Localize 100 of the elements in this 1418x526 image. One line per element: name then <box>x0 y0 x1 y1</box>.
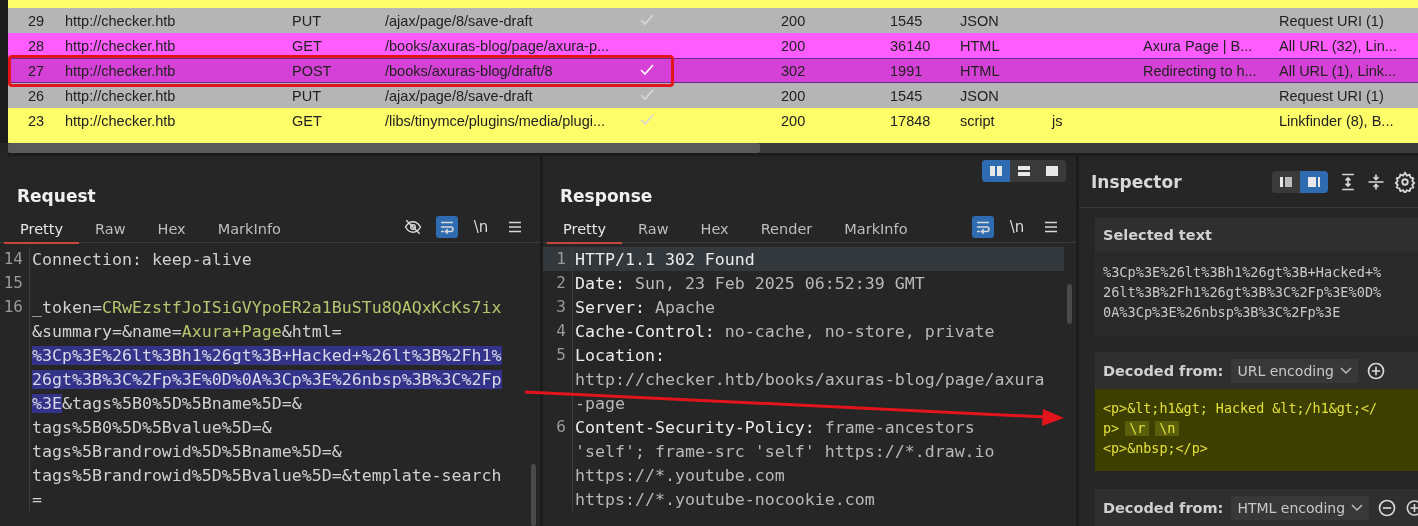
table-row[interactable]: 28 http://checker.htb GET /books/axuras-blog/page/axura-p... 200 36140 HTML Axura Page | B... All URL (32), Lin... <box>8 33 1418 58</box>
editor-tab[interactable]: Render <box>744 216 829 244</box>
table-cell: 36140 <box>890 37 931 54</box>
table-cell: 1991 <box>890 62 923 79</box>
editor-tab[interactable]: MarkInfo <box>201 216 297 244</box>
line-number: 15 <box>0 271 30 295</box>
editor-tab[interactable]: MarkInfo <box>828 216 924 244</box>
table-cell: 302 <box>781 62 806 79</box>
table-cell: HTML <box>960 37 1000 54</box>
code-line: http://checker.htb/books/axuras-blog/page/axura <box>574 369 1045 389</box>
panel-title: Request <box>16 186 97 208</box>
layout-button[interactable] <box>1300 170 1328 193</box>
table-cell-text: 28 <box>27 37 45 54</box>
code-line: Connection: keep-alive <box>31 249 252 269</box>
table-cell: Redirecting to h... <box>1143 62 1257 79</box>
newline-button[interactable]: \n <box>1006 216 1028 238</box>
code-line: = <box>31 489 42 509</box>
line-number: 6 <box>543 415 573 439</box>
table-cell: JSON <box>960 87 999 104</box>
table-cell: http://checker.htb <box>65 62 176 79</box>
table-cell-text: 26 <box>27 87 45 104</box>
panel-title: Response <box>559 186 654 208</box>
table-cell: HTML <box>960 62 1000 79</box>
line-number: 14 <box>0 247 30 271</box>
single-pane-icon <box>1045 165 1059 177</box>
code-line: 'self'; frame-src 'self' https://*.draw.io <box>574 441 995 461</box>
table-cell: POST <box>292 62 332 79</box>
code-line: Location: <box>574 345 665 365</box>
code-line: Cache-Control: no-cache, no-store, private <box>574 321 995 341</box>
scrollbar[interactable] <box>531 464 536 526</box>
table-row[interactable]: 29 http://checker.htb PUT /ajax/page/8/save-draft 200 1545 JSON Request URI (1) <box>8 8 1418 33</box>
editor-tab[interactable]: Hex <box>141 216 202 244</box>
wrap-button[interactable] <box>436 216 458 238</box>
code-line: Date: Sun, 23 Feb 2025 06:52:39 GMT <box>574 273 925 293</box>
table-cell: /books/axuras-blog/page/axura-p... <box>385 37 610 54</box>
table-cell: 17848 <box>890 112 931 129</box>
newline-button[interactable]: \n <box>470 216 492 238</box>
table-cell-text: 23 <box>27 112 45 129</box>
table-cell: http://checker.htb <box>65 12 176 29</box>
chevron-down-icon <box>1351 504 1364 512</box>
table-cell: http://checker.htb <box>65 37 176 54</box>
code-line: tags%5Brandrowid%5D%5Bvalue%5D=&template-search <box>31 465 502 485</box>
table-cell: PUT <box>292 87 321 104</box>
wrap-button[interactable] <box>972 216 994 238</box>
code-line: Content-Security-Policy: frame-ancestors <box>574 417 975 437</box>
table-cell: Axura Page | B... <box>1143 37 1253 54</box>
section-title: Decoded from: <box>1103 363 1224 379</box>
table-row[interactable]: 27 http://checker.htb POST /books/axuras-blog/draft/8 302 1991 HTML Redirecting to h... All URL (1), Link... <box>8 58 1418 83</box>
editor-tab[interactable]: Pretty <box>547 216 622 244</box>
panel-title: Inspector <box>1091 171 1182 192</box>
editor-tab[interactable]: Hex <box>684 216 745 244</box>
table-cell: Request URI (1) <box>1279 87 1384 104</box>
rows-icon <box>1017 165 1031 177</box>
table-cell: 200 <box>781 37 806 54</box>
table-cell: /libs/tinymce/plugins/media/plugi... <box>385 112 606 129</box>
table-cell: http://checker.htb <box>65 87 176 104</box>
code-line: _token=CRwEzstfJoISiGVYpoER2a1BuSTu8QAQxKcKs7ix <box>31 297 502 317</box>
table-cell: http://checker.htb <box>65 112 176 129</box>
encoding-dropdown[interactable]: HTML encoding <box>1231 496 1370 520</box>
code-line: %3E&tags%5B0%5D%5Bname%5D=& <box>31 393 302 413</box>
table-cell: /books/axuras-blog/draft/8 <box>385 62 553 79</box>
table-row[interactable]: 26 http://checker.htb PUT /ajax/page/8/save-draft 200 1545 JSON Request URI (1) <box>8 83 1418 108</box>
editor-tab[interactable]: Pretty <box>4 216 79 244</box>
scrollbar[interactable] <box>1067 284 1072 324</box>
table-cell: 1545 <box>890 87 923 104</box>
scrollbar[interactable] <box>8 143 1418 156</box>
table-cell: 200 <box>781 87 806 104</box>
line-number: 5 <box>543 343 573 367</box>
table-cell: 1545 <box>890 12 923 29</box>
table-cell: JSON <box>960 12 999 29</box>
line-number: 1 <box>543 247 573 271</box>
settings-icon <box>1394 170 1416 193</box>
selected-text: %3Cp%3E%26lt%3Bh1%26gt%3B+Hacked+% 26lt%3B%2Fh1%26gt%3B%3C%2Fp%3E%0D% 0A%3Cp%3E%26nbsp%3B%3C%2Fp%3E <box>1095 252 1418 336</box>
code-line: https://*.youtube-nocookie.com <box>574 489 875 509</box>
table-cell: All URL (32), Lin... <box>1279 37 1397 54</box>
plus-circle-icon <box>1365 361 1386 381</box>
table-cell: /ajax/page/8/save-draft <box>385 87 533 104</box>
table-cell-text: 29 <box>27 12 45 29</box>
table-cell: Request URI (1) <box>1279 12 1384 29</box>
line-number: 4 <box>543 319 573 343</box>
table-cell: /ajax/page/8/save-draft <box>385 12 533 29</box>
encoding-dropdown[interactable]: URL encoding <box>1231 359 1358 383</box>
editor-tab[interactable]: Raw <box>622 216 685 244</box>
editor-tab[interactable]: Raw <box>79 216 142 244</box>
table-cell: All URL (1), Link... <box>1279 62 1397 79</box>
code-line: -page <box>574 393 625 413</box>
code-line: &summary=&name=Axura+Page&html= <box>31 321 342 341</box>
code-line: https://*.youtube.com <box>574 465 785 485</box>
table-cell: GET <box>292 112 322 129</box>
table-cell: Linkfinder (8), B... <box>1279 112 1394 129</box>
table-cell: 200 <box>781 112 806 129</box>
section-title: Selected text <box>1102 226 1213 245</box>
columns-icon <box>989 165 1003 177</box>
table-cell: script <box>960 112 995 129</box>
table-row[interactable]: 23 http://checker.htb GET /libs/tinymce/plugins/media/plugi... 200 17848 script js Linkfinder (8), B... <box>8 108 1418 133</box>
section-title: Decoded from: <box>1103 500 1224 516</box>
table-cell: PUT <box>292 12 321 29</box>
table-cell: js <box>1052 112 1063 129</box>
minus-circle-icon[interactable] <box>1377 498 1398 518</box>
line-number: 3 <box>543 295 573 319</box>
